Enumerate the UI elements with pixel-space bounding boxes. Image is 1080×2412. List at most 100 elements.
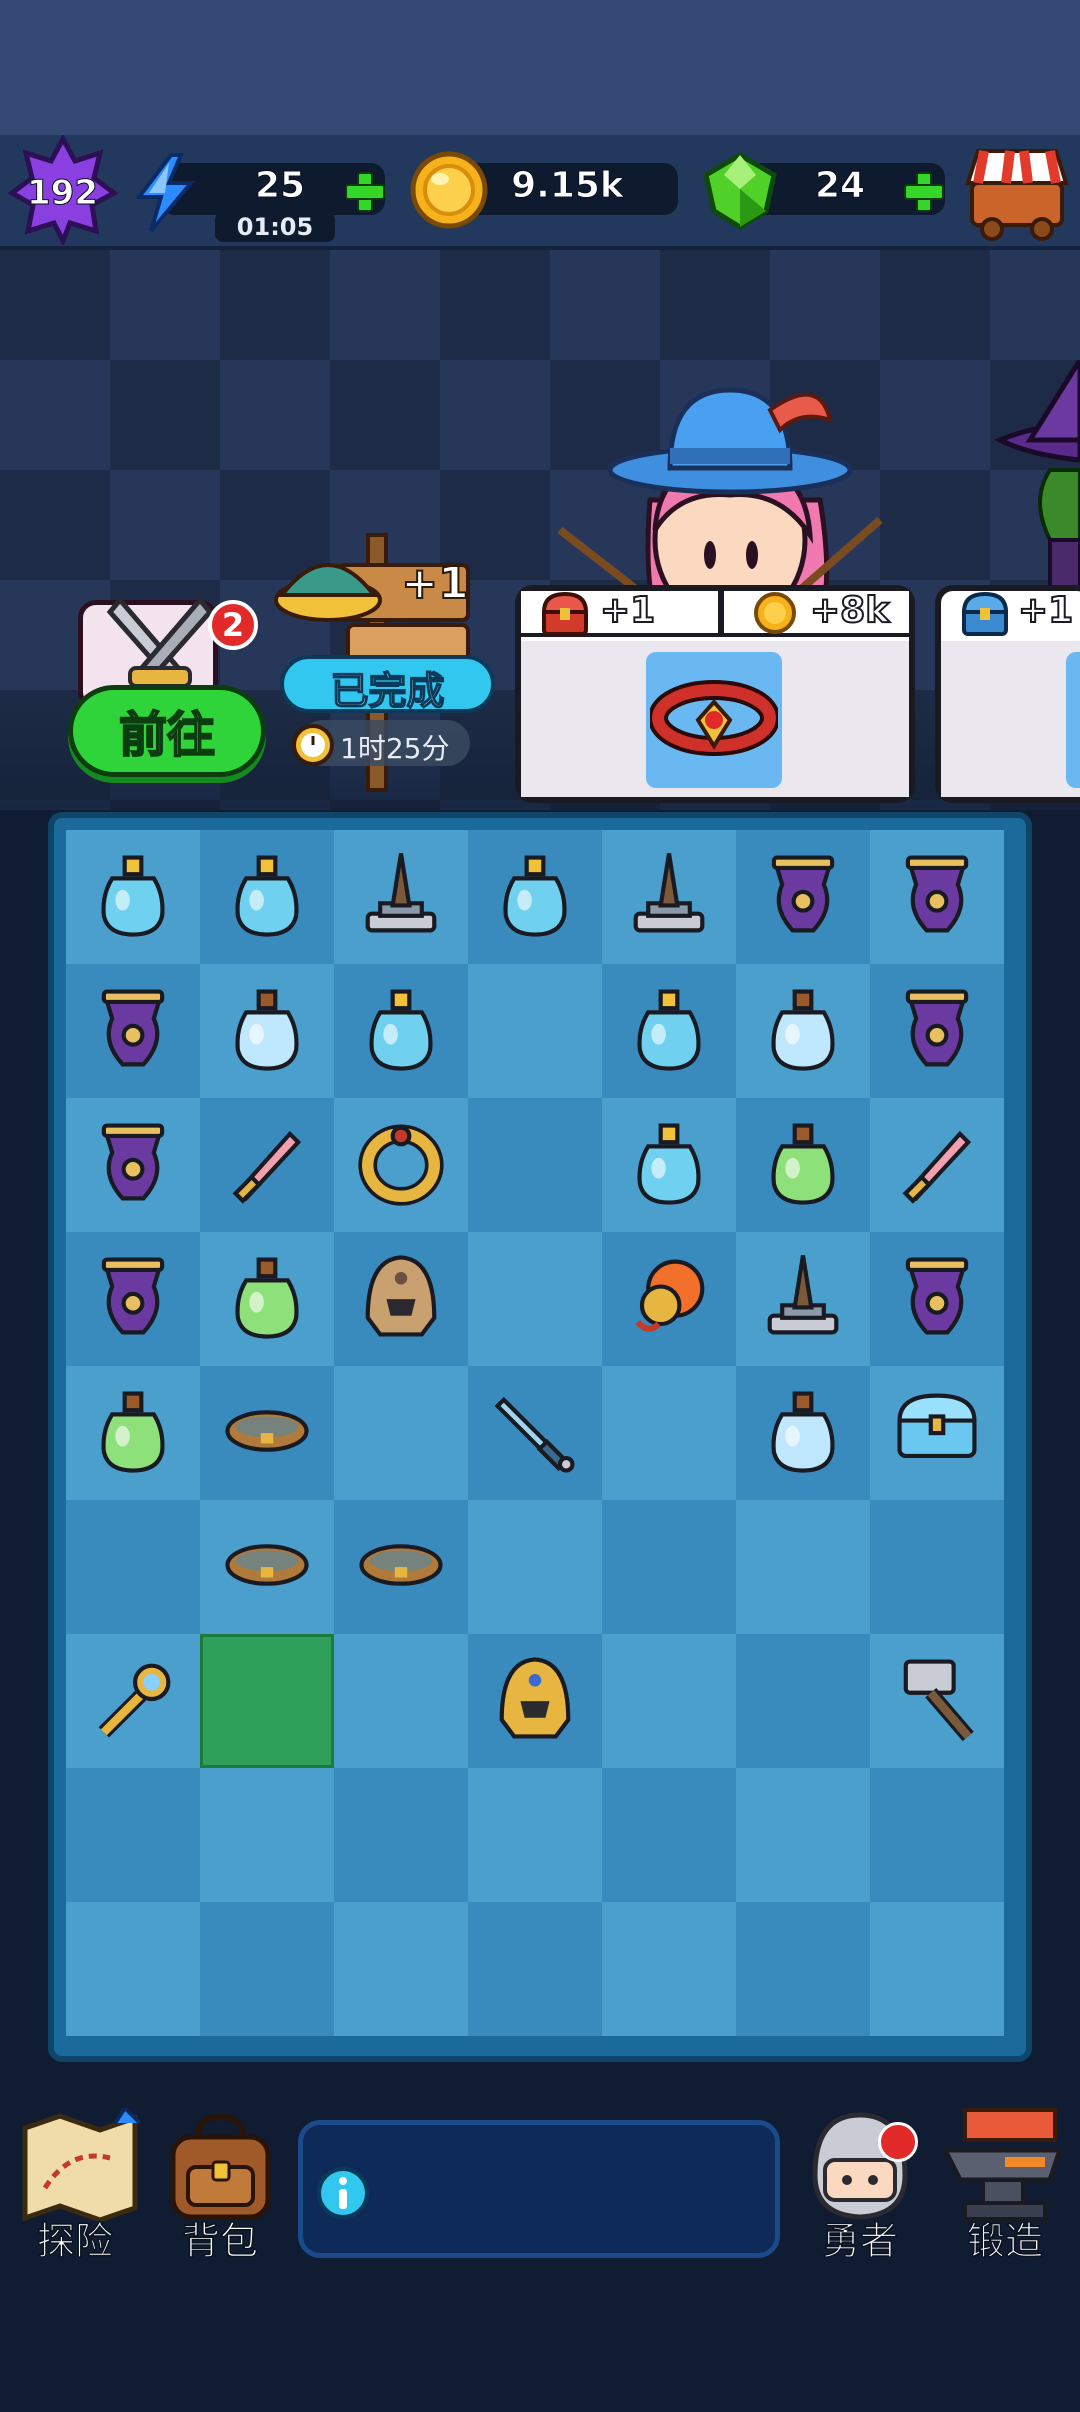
- nav-hero-label[interactable]: 勇者: [785, 2210, 935, 2265]
- backpack-icon[interactable]: [158, 2112, 283, 2222]
- board-cell[interactable]: [736, 1232, 870, 1366]
- silver-bracelet-icon[interactable]: [215, 1513, 319, 1621]
- board-cell[interactable]: [870, 1634, 1004, 1768]
- golden-scepter-icon[interactable]: [81, 1647, 185, 1755]
- altar-sword-icon[interactable]: [751, 1245, 855, 1353]
- fire-shield-icon[interactable]: [617, 1245, 721, 1353]
- board-cell[interactable]: [200, 1768, 334, 1902]
- board-cell[interactable]: [66, 1902, 200, 2036]
- board-cell[interactable]: [468, 1902, 602, 2036]
- green-gem-urn-icon[interactable]: [885, 977, 989, 1085]
- board-cell[interactable]: [66, 1232, 200, 1366]
- board-cell[interactable]: [200, 1634, 334, 1768]
- board-cell[interactable]: [468, 964, 602, 1098]
- golden-ring-icon[interactable]: [349, 1111, 453, 1219]
- energy-plus-button[interactable]: [343, 170, 385, 212]
- board-cell[interactable]: [602, 1768, 736, 1902]
- board-cell[interactable]: [736, 1098, 870, 1232]
- board-cell[interactable]: [736, 1366, 870, 1500]
- board-cell[interactable]: [468, 1768, 602, 1902]
- board-cell[interactable]: [602, 1500, 736, 1634]
- board-cell[interactable]: [66, 830, 200, 964]
- board-cell[interactable]: [334, 1366, 468, 1500]
- board-cell[interactable]: [870, 1232, 1004, 1366]
- shop-cart-icon[interactable]: [962, 143, 1072, 243]
- maroon-urn-icon[interactable]: [81, 1245, 185, 1353]
- reward-2-item-slot[interactable]: [1066, 652, 1080, 788]
- gold-bracelet-icon[interactable]: [349, 1513, 453, 1621]
- board-cell[interactable]: [200, 1366, 334, 1500]
- board-cell[interactable]: [468, 1500, 602, 1634]
- witch-character[interactable]: [990, 360, 1080, 600]
- knight-helmet-icon[interactable]: [349, 1245, 453, 1353]
- board-cell[interactable]: [736, 1634, 870, 1768]
- crystal-potion-icon[interactable]: [349, 977, 453, 1085]
- crystal-potion-icon[interactable]: [81, 843, 185, 951]
- board-cell[interactable]: [334, 1768, 468, 1902]
- board-cell[interactable]: [736, 964, 870, 1098]
- board-cell[interactable]: [334, 1232, 468, 1366]
- golden-helmet-icon[interactable]: [483, 1647, 587, 1755]
- board-cell[interactable]: [66, 1098, 200, 1232]
- blue-chest-icon[interactable]: [885, 1379, 989, 1487]
- nav-forge-label[interactable]: 锻造: [930, 2210, 1080, 2265]
- board-cell[interactable]: [468, 1232, 602, 1366]
- pink-dagger-icon[interactable]: [215, 1111, 319, 1219]
- board-cell[interactable]: [602, 1634, 736, 1768]
- small-bottle-icon[interactable]: [215, 977, 319, 1085]
- board-cell[interactable]: [200, 830, 334, 964]
- nav-backpack-label[interactable]: 背包: [145, 2210, 295, 2265]
- board-cell[interactable]: [200, 1098, 334, 1232]
- board-cell[interactable]: [870, 964, 1004, 1098]
- board-cell[interactable]: [66, 1500, 200, 1634]
- board-cell[interactable]: [66, 1366, 200, 1500]
- board-cell[interactable]: [602, 1366, 736, 1500]
- board-cell[interactable]: [334, 1098, 468, 1232]
- pink-axe-icon[interactable]: [885, 1111, 989, 1219]
- pink-bottle-icon[interactable]: [751, 1379, 855, 1487]
- gem-plus-button[interactable]: [902, 170, 944, 212]
- board-cell[interactable]: [870, 1366, 1004, 1500]
- board-cell[interactable]: [602, 1232, 736, 1366]
- board-cell[interactable]: [468, 830, 602, 964]
- flower-bottle-icon[interactable]: [617, 977, 721, 1085]
- board-cell[interactable]: [200, 1232, 334, 1366]
- board-cell[interactable]: [66, 1634, 200, 1768]
- board-cell[interactable]: [468, 1366, 602, 1500]
- board-cell[interactable]: [870, 1098, 1004, 1232]
- small-bottle-icon[interactable]: [751, 977, 855, 1085]
- board-cell[interactable]: [334, 964, 468, 1098]
- board-cell[interactable]: [736, 1768, 870, 1902]
- altar-dark-icon[interactable]: [617, 843, 721, 951]
- board-cell[interactable]: [468, 1098, 602, 1232]
- board-cell[interactable]: [66, 964, 200, 1098]
- board-cell[interactable]: [66, 1768, 200, 1902]
- board-cell[interactable]: [602, 1902, 736, 2036]
- board-cell[interactable]: [334, 1634, 468, 1768]
- board-cell[interactable]: [200, 1500, 334, 1634]
- small-green-bottle-icon[interactable]: [215, 1245, 319, 1353]
- golden-vase-icon[interactable]: [81, 1111, 185, 1219]
- board-cell[interactable]: [870, 830, 1004, 964]
- purple-cauldron-icon[interactable]: [751, 843, 855, 951]
- small-green-bottle-icon[interactable]: [751, 1111, 855, 1219]
- round-potion-icon[interactable]: [483, 843, 587, 951]
- altar-sword-icon[interactable]: [349, 843, 453, 951]
- bronze-bracelet-icon[interactable]: [215, 1379, 319, 1487]
- nav-explore-label[interactable]: 探险: [0, 2210, 150, 2265]
- board-cell[interactable]: [334, 1902, 468, 2036]
- war-hammer-icon[interactable]: [885, 1647, 989, 1755]
- board-cell[interactable]: [736, 830, 870, 964]
- blue-star-urn-icon[interactable]: [885, 1245, 989, 1353]
- small-green-bottle-icon[interactable]: [81, 1379, 185, 1487]
- board-cell[interactable]: [200, 964, 334, 1098]
- green-tilted-potion-icon[interactable]: [617, 1111, 721, 1219]
- board-cell[interactable]: [870, 1500, 1004, 1634]
- ice-sword-icon[interactable]: [483, 1379, 587, 1487]
- info-icon[interactable]: [316, 2166, 370, 2220]
- board-cell[interactable]: [736, 1902, 870, 2036]
- board-cell[interactable]: [870, 1902, 1004, 2036]
- board-cell[interactable]: [468, 1634, 602, 1768]
- tilted-potion-icon[interactable]: [215, 843, 319, 951]
- dark-urn-icon[interactable]: [885, 843, 989, 951]
